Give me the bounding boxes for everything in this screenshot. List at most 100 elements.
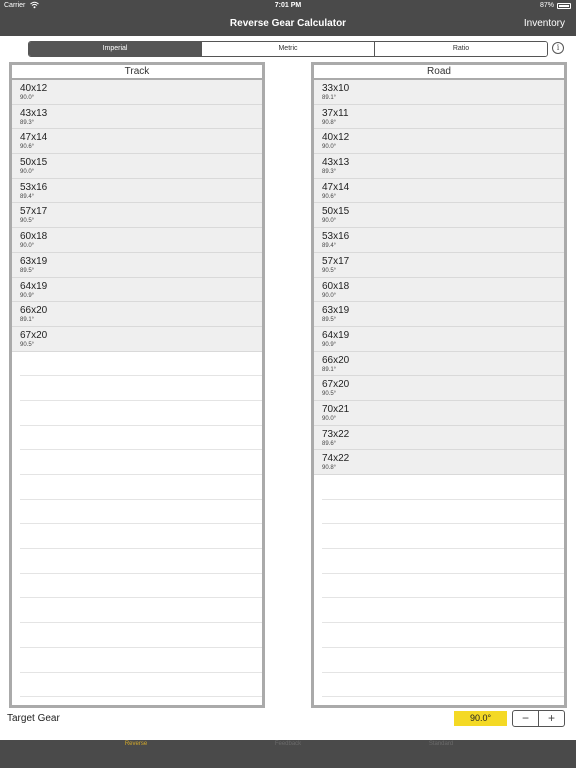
unit-segmented-control: Imperial Metric Ratio <box>28 41 548 57</box>
empty-row <box>20 401 262 426</box>
tab-reverse[interactable]: Reverse <box>86 741 186 747</box>
gear-combo: 50x15 <box>20 157 48 169</box>
target-gear-label: Target Gear <box>7 713 60 724</box>
battery-percent: 87% <box>539 2 554 9</box>
empty-row <box>322 574 564 599</box>
status-time: 7:01 PM <box>274 2 302 9</box>
gear-degrees: 90.5° <box>20 341 35 348</box>
gear-row[interactable]: 50x15 90.0° <box>12 154 262 179</box>
tab-standard[interactable]: Standard <box>391 741 491 747</box>
gear-degrees: 90.9° <box>322 341 337 348</box>
gear-degrees: 90.6° <box>20 144 35 151</box>
gear-degrees: 90.9° <box>20 292 35 299</box>
gear-degrees: 90.5° <box>322 391 337 398</box>
gear-combo: 57x17 <box>322 255 350 267</box>
info-icon[interactable]: i <box>552 42 564 54</box>
gear-combo: 43x13 <box>20 107 48 119</box>
track-header: Track <box>12 65 262 80</box>
segment-metric[interactable]: Metric <box>202 42 375 56</box>
gear-combo: 43x13 <box>322 157 350 169</box>
gear-degrees: 90.8° <box>322 465 337 472</box>
gear-row[interactable]: 60x18 90.0° <box>314 277 564 303</box>
gear-degrees: 89.6° <box>322 440 337 447</box>
gear-row[interactable]: 43x13 89.3° <box>12 104 262 130</box>
empty-row <box>322 673 564 698</box>
gear-combo: 63x19 <box>20 255 48 267</box>
gear-row[interactable]: 70x21 90.0° <box>314 400 564 426</box>
gear-row[interactable]: 66x20 89.1° <box>314 351 564 377</box>
gear-row[interactable]: 53x16 89.4° <box>12 178 262 204</box>
navigation-bar: Reverse Gear Calculator Inventory <box>0 12 576 36</box>
gear-degrees: 90.0° <box>322 292 337 299</box>
gear-row[interactable]: 74x22 90.8° <box>314 450 564 475</box>
battery-icon <box>557 3 571 9</box>
gear-row[interactable]: 40x12 90.0° <box>314 129 564 155</box>
empty-row <box>322 500 564 525</box>
gear-combo: 66x20 <box>20 305 48 317</box>
gear-row[interactable]: 66x20 89.1° <box>12 302 262 327</box>
gear-degrees: 89.1° <box>322 95 337 101</box>
empty-row <box>20 598 262 624</box>
empty-row <box>20 549 262 574</box>
gear-row[interactable]: 37x11 90.8° <box>314 104 564 130</box>
gear-row[interactable]: 50x15 90.0° <box>314 203 564 229</box>
empty-row <box>20 673 262 698</box>
empty-row <box>322 648 564 673</box>
gear-row[interactable]: 64x19 90.9° <box>314 326 564 352</box>
gear-degrees: 90.8° <box>322 119 337 126</box>
gear-row[interactable]: 57x17 90.5° <box>12 203 262 229</box>
empty-row <box>20 524 262 550</box>
gear-row[interactable]: 67x20 90.5° <box>314 376 564 401</box>
tab-feedback[interactable]: Feedback <box>238 741 338 747</box>
status-bar: Carrier 7:01 PM 87% <box>0 0 576 12</box>
increment-button[interactable]: + <box>539 711 564 726</box>
gear-row[interactable]: 63x19 89.5° <box>12 252 262 278</box>
gear-combo: 66x20 <box>322 354 350 366</box>
target-gear-stepper: − + <box>512 710 565 727</box>
gear-degrees: 90.0° <box>20 243 35 250</box>
gear-combo: 67x20 <box>322 379 350 391</box>
segment-ratio[interactable]: Ratio <box>375 42 547 56</box>
inventory-button[interactable]: Inventory <box>524 18 565 29</box>
gear-combo: 53x16 <box>20 181 48 193</box>
gear-combo: 40x12 <box>322 132 350 144</box>
gear-row[interactable]: 60x18 90.0° <box>12 228 262 253</box>
decrement-button[interactable]: − <box>513 711 539 726</box>
empty-row <box>20 352 262 377</box>
gear-combo: 67x20 <box>20 329 48 341</box>
gear-row[interactable]: 43x13 89.3° <box>314 154 564 179</box>
empty-row <box>322 549 564 574</box>
gear-combo: 60x18 <box>20 231 48 243</box>
gear-row[interactable]: 53x16 89.4° <box>314 228 564 253</box>
empty-row <box>322 623 564 648</box>
gear-row[interactable]: 64x19 90.9° <box>12 277 262 303</box>
gear-combo: 70x21 <box>322 403 350 415</box>
gear-degrees: 89.3° <box>322 169 337 176</box>
gear-row[interactable]: 57x17 90.5° <box>314 252 564 278</box>
segment-imperial[interactable]: Imperial <box>29 42 202 56</box>
gear-degrees: 90.0° <box>322 144 337 151</box>
gear-degrees: 90.0° <box>322 218 337 225</box>
gear-degrees: 89.3° <box>20 119 35 126</box>
gear-row[interactable]: 73x22 89.6° <box>314 425 564 451</box>
gear-combo: 64x19 <box>322 329 350 341</box>
gear-row[interactable]: 67x20 90.5° <box>12 326 262 352</box>
gear-row[interactable]: 40x12 90.0° <box>12 80 262 105</box>
target-gear-value: 90.0° <box>454 711 507 726</box>
track-list[interactable]: 40x12 90.0° 43x13 89.3° 47x14 90.6° 50x15 90.0°… <box>12 80 262 706</box>
gear-combo: 60x18 <box>322 280 350 292</box>
gear-degrees: 89.4° <box>322 243 337 250</box>
gear-row[interactable]: 47x14 90.6° <box>12 129 262 155</box>
gear-row[interactable]: 63x19 89.5° <box>314 302 564 327</box>
empty-row <box>20 426 262 451</box>
gear-row[interactable]: 47x14 90.6° <box>314 178 564 204</box>
empty-row <box>322 598 564 624</box>
gear-combo: 40x12 <box>20 83 48 94</box>
gear-combo: 64x19 <box>20 280 48 292</box>
road-list[interactable]: 33x10 89.1° 37x11 90.8° 40x12 90.0° 43x13 89.3°… <box>314 80 564 706</box>
road-panel: Road 33x10 89.1° 37x11 90.8° 40x12 90.0° 43x13… <box>311 62 567 708</box>
empty-row <box>20 450 262 475</box>
gear-combo: 47x14 <box>20 132 48 144</box>
gear-row[interactable]: 33x10 89.1° <box>314 80 564 105</box>
gear-degrees: 89.4° <box>20 193 35 200</box>
